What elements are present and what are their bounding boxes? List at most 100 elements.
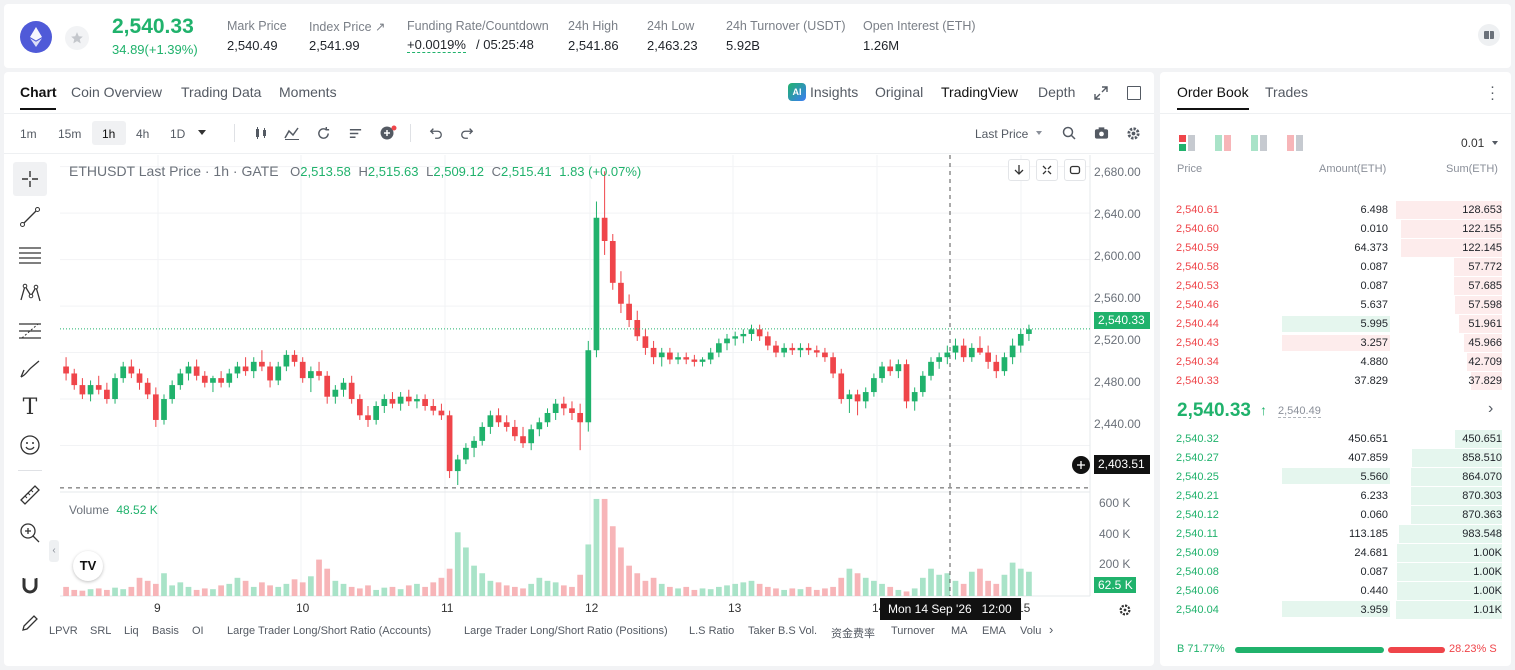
volume-bar <box>822 588 828 596</box>
candle-body <box>618 282 624 304</box>
legend-o-label: O <box>290 164 301 179</box>
bid-row[interactable]: 2,540.08 0.087 1.00K <box>1176 563 1502 581</box>
row-price: 2,540.61 <box>1176 204 1219 216</box>
volume-bar <box>854 573 861 596</box>
vol-tick-400k: 400 K <box>1099 527 1131 541</box>
bid-row[interactable]: 2,540.27 407.859 858.510 <box>1176 449 1502 467</box>
candle-body <box>675 357 681 360</box>
row-price: 2,540.12 <box>1176 509 1219 521</box>
candle-body <box>120 366 127 379</box>
indicator-funding-rate[interactable]: 资金费率 <box>831 625 875 641</box>
volume-bar <box>740 582 747 596</box>
precision-select[interactable]: 0.01 <box>1461 136 1484 150</box>
row-sum: 870.303 <box>1462 490 1502 502</box>
volume-bar <box>487 580 494 596</box>
legend-symbol: ETHUSDT Last Price · 1h · GATE <box>69 163 279 179</box>
tab-order-book[interactable]: Order Book <box>1177 84 1249 100</box>
ob-divider <box>1160 113 1511 114</box>
view-both-alt-icon[interactable] <box>1215 135 1231 151</box>
ask-row[interactable]: 2,540.44 5.995 51.961 <box>1176 315 1502 333</box>
view-asks-icon[interactable] <box>1287 135 1303 151</box>
tab-trades[interactable]: Trades <box>1265 84 1308 100</box>
indicator-volume[interactable]: Volu <box>1020 625 1044 637</box>
reset-icon[interactable] <box>1064 159 1086 181</box>
volume-bar <box>454 532 461 596</box>
legend-high: 2,515.63 <box>367 164 419 179</box>
bid-row[interactable]: 2,540.06 0.440 1.00K <box>1176 582 1502 600</box>
mid-chevron-right-icon[interactable]: › <box>1488 400 1493 418</box>
volume-bar <box>919 577 926 596</box>
candle-body <box>862 392 869 402</box>
indicator-turnover[interactable]: Turnover <box>891 625 935 637</box>
candle-body <box>332 389 339 397</box>
y-tick-2560: 2,560.00 <box>1094 291 1141 305</box>
ask-row[interactable]: 2,540.61 6.498 128.653 <box>1176 201 1502 219</box>
candle-body <box>699 359 706 362</box>
arrow-down-icon[interactable] <box>1008 159 1030 181</box>
indicator-liq[interactable]: Liq <box>124 625 139 637</box>
indicator-ma[interactable]: MA <box>951 625 968 637</box>
indicator-basis[interactable]: Basis <box>152 625 179 637</box>
row-sum: 864.070 <box>1462 471 1502 483</box>
indicator-srl[interactable]: SRL <box>90 625 111 637</box>
bid-row[interactable]: 2,540.25 5.560 864.070 <box>1176 468 1502 486</box>
indicator-ltlsr-positions[interactable]: Large Trader Long/Short Ratio (Positions… <box>464 625 668 637</box>
candle-body <box>218 378 224 383</box>
volume-bar <box>805 586 812 596</box>
candle-body <box>1026 329 1032 334</box>
ask-row[interactable]: 2,540.46 5.637 57.598 <box>1176 296 1502 314</box>
ask-row[interactable]: 2,540.34 4.880 42.709 <box>1176 353 1502 371</box>
volume-bar <box>977 568 983 596</box>
bid-row[interactable]: 2,540.04 3.959 1.01K <box>1176 601 1502 619</box>
indicator-ls-ratio[interactable]: L.S Ratio <box>689 625 734 637</box>
candle-body <box>960 345 967 358</box>
ask-row[interactable]: 2,540.53 0.087 57.685 <box>1176 277 1502 295</box>
row-price: 2,540.34 <box>1176 356 1219 368</box>
legend-c-label: C <box>491 164 501 179</box>
candle-body <box>63 366 69 374</box>
row-amount: 3.257 <box>1360 337 1388 349</box>
ask-row[interactable]: 2,540.43 3.257 45.966 <box>1176 334 1502 352</box>
precision-chevron-icon[interactable] <box>1492 141 1498 145</box>
bid-row[interactable]: 2,540.09 24.681 1.00K <box>1176 544 1502 562</box>
candle-body <box>748 329 755 334</box>
indicator-ltlsr-accounts[interactable]: Large Trader Long/Short Ratio (Accounts) <box>227 625 431 637</box>
ask-row[interactable]: 2,540.60 0.010 122.155 <box>1176 220 1502 238</box>
view-bids-icon[interactable] <box>1251 135 1267 151</box>
view-both-icon[interactable] <box>1179 135 1195 151</box>
add-alert-icon[interactable] <box>1072 456 1090 474</box>
indicators-scroll-right-icon[interactable]: › <box>1049 622 1053 637</box>
x-tick-9: 9 <box>154 601 161 615</box>
indicator-taker-vol[interactable]: Taker B.S Vol. <box>748 625 817 637</box>
vol-tick-200k: 200 K <box>1099 557 1131 571</box>
order-book-menu-icon[interactable]: · · · <box>1490 79 1495 106</box>
indicator-lpvr[interactable]: LPVR <box>49 625 78 637</box>
bid-row[interactable]: 2,540.32 450.651 450.651 <box>1176 430 1502 448</box>
candles <box>63 171 1032 486</box>
bid-row[interactable]: 2,540.12 0.060 870.363 <box>1176 506 1502 524</box>
bid-row[interactable]: 2,540.21 6.233 870.303 <box>1176 487 1502 505</box>
candle-body <box>667 352 673 360</box>
sell-ratio-label: 28.23% S <box>1449 643 1497 655</box>
volume-bar <box>781 589 787 596</box>
row-amount: 450.651 <box>1348 433 1388 445</box>
volume-label: Volume <box>69 503 110 517</box>
candle-body <box>740 333 747 337</box>
ask-row[interactable]: 2,540.58 0.087 57.772 <box>1176 258 1502 276</box>
volume-bar <box>405 585 412 596</box>
volume-bar <box>773 588 779 596</box>
ask-row[interactable]: 2,540.59 64.373 122.145 <box>1176 239 1502 257</box>
volume-bar <box>63 586 69 596</box>
indicator-ema[interactable]: EMA <box>982 625 1006 637</box>
ask-row[interactable]: 2,540.33 37.829 37.829 <box>1176 372 1502 390</box>
row-sum: 45.966 <box>1468 337 1502 349</box>
axis-settings-icon[interactable] <box>1116 601 1134 619</box>
volume-bar <box>928 568 934 596</box>
candle-body <box>789 347 796 351</box>
y-tick-2480: 2,480.00 <box>1094 375 1141 389</box>
row-sum: 57.685 <box>1468 280 1502 292</box>
bid-row[interactable]: 2,540.11 113.185 983.548 <box>1176 525 1502 543</box>
row-amount: 24.681 <box>1354 547 1388 559</box>
indicator-oi[interactable]: OI <box>192 625 204 637</box>
collapse-icon[interactable] <box>1036 159 1058 181</box>
